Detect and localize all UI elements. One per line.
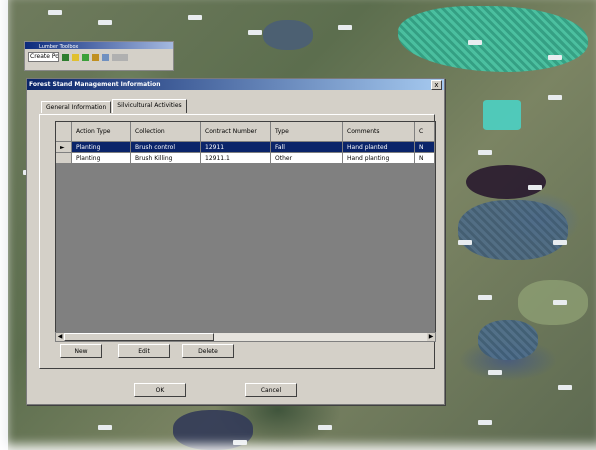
grid-header-cell[interactable]: Action Type	[72, 122, 131, 142]
table-row[interactable]: ► Planting Brush control 12911 Fall Hand…	[56, 142, 435, 153]
table-cell[interactable]: Brush control	[131, 142, 201, 153]
new-button[interactable]: New	[60, 344, 102, 358]
grid-header-cell[interactable]: Comments	[343, 122, 415, 142]
tab-bar: General Information Silvicultural Activi…	[41, 99, 188, 113]
map-label-marker	[48, 10, 62, 15]
edit-button[interactable]: Edit	[118, 344, 170, 358]
info-tool-icon[interactable]	[102, 53, 109, 61]
map-polygon[interactable]	[478, 320, 538, 360]
map-label-marker	[98, 20, 112, 25]
map-label-marker	[458, 240, 472, 245]
vertex-tool-icon[interactable]	[72, 53, 79, 61]
map-label-marker	[488, 370, 502, 375]
map-polygon[interactable]	[263, 20, 313, 50]
tool-select[interactable]: Create Poly	[28, 52, 59, 62]
grid-header-cell[interactable]: C	[415, 122, 435, 142]
close-button[interactable]: x	[431, 79, 442, 90]
grid-header-rowselector	[56, 122, 72, 142]
toolbox-titlebar[interactable]: Lumber Toolbox	[25, 42, 173, 50]
map-label-marker	[188, 15, 202, 20]
scrollbar-thumb[interactable]	[64, 333, 214, 341]
map-label-marker	[553, 240, 567, 245]
table-cell[interactable]: Other	[271, 153, 343, 164]
map-label-marker	[528, 185, 542, 190]
tab-silvicultural-activities[interactable]: Silvicultural Activities	[112, 99, 187, 113]
dialog-titlebar[interactable]: Forest Stand Management Information x	[27, 79, 444, 90]
dialog-title: Forest Stand Management Information	[29, 81, 161, 88]
map-label-marker	[468, 40, 482, 45]
horizontal-scrollbar[interactable]: ◀ ▶	[55, 332, 436, 342]
table-cell[interactable]: Fall	[271, 142, 343, 153]
scroll-right-icon[interactable]: ▶	[427, 333, 435, 341]
more-tool-icon[interactable]	[112, 53, 128, 61]
table-cell[interactable]: 12911.1	[201, 153, 271, 164]
map-label-marker	[553, 300, 567, 305]
table-cell[interactable]: N	[415, 142, 435, 153]
table-cell[interactable]: Hand planted	[343, 142, 415, 153]
table-cell[interactable]: Planting	[72, 153, 131, 164]
delete-button[interactable]: Delete	[182, 344, 234, 358]
grid-header-cell[interactable]: Collection	[131, 122, 201, 142]
grid-header-cell[interactable]: Type	[271, 122, 343, 142]
edit-tool-icon[interactable]	[62, 53, 69, 61]
table-cell[interactable]: Planting	[72, 142, 131, 153]
map-label-marker	[558, 385, 572, 390]
map-label-marker	[233, 440, 247, 445]
map-label-marker	[98, 425, 112, 430]
map-label-marker	[548, 95, 562, 100]
table-cell[interactable]: Hand planting	[343, 153, 415, 164]
map-label-marker	[478, 420, 492, 425]
map-label-marker	[548, 55, 562, 60]
table-cell[interactable]: 12911	[201, 142, 271, 153]
map-label-marker	[248, 30, 262, 35]
activities-grid[interactable]: Action Type Collection Contract Number T…	[55, 121, 436, 335]
cancel-button[interactable]: Cancel	[245, 383, 297, 397]
map-label-marker	[478, 150, 492, 155]
ok-button[interactable]: OK	[134, 383, 186, 397]
toolbox-title: Lumber Toolbox	[39, 44, 79, 50]
map-polygon[interactable]	[458, 200, 568, 260]
grid-header-row: Action Type Collection Contract Number T…	[56, 122, 435, 142]
polygon-tool-icon[interactable]	[82, 53, 89, 61]
map-label-marker	[478, 295, 492, 300]
row-selector[interactable]: ►	[56, 142, 72, 153]
map-polygon[interactable]	[398, 6, 588, 72]
row-selector[interactable]	[56, 153, 72, 164]
table-row[interactable]: Planting Brush Killing 12911.1 Other Han…	[56, 153, 435, 164]
table-cell[interactable]: Brush Killing	[131, 153, 201, 164]
scroll-left-icon[interactable]: ◀	[56, 333, 64, 341]
table-cell[interactable]: N	[415, 153, 435, 164]
toolbox-window[interactable]: Lumber Toolbox Create Poly	[24, 41, 174, 71]
tab-general-information[interactable]: General Information	[41, 101, 112, 113]
grid-header-cell[interactable]: Contract Number	[201, 122, 271, 142]
stand-info-dialog: Forest Stand Management Information x Ge…	[26, 78, 445, 405]
map-label-marker	[318, 425, 332, 430]
map-label-marker	[338, 25, 352, 30]
map-polygon[interactable]	[483, 100, 521, 130]
map-polygon[interactable]	[466, 165, 546, 199]
split-tool-icon[interactable]	[92, 53, 99, 61]
